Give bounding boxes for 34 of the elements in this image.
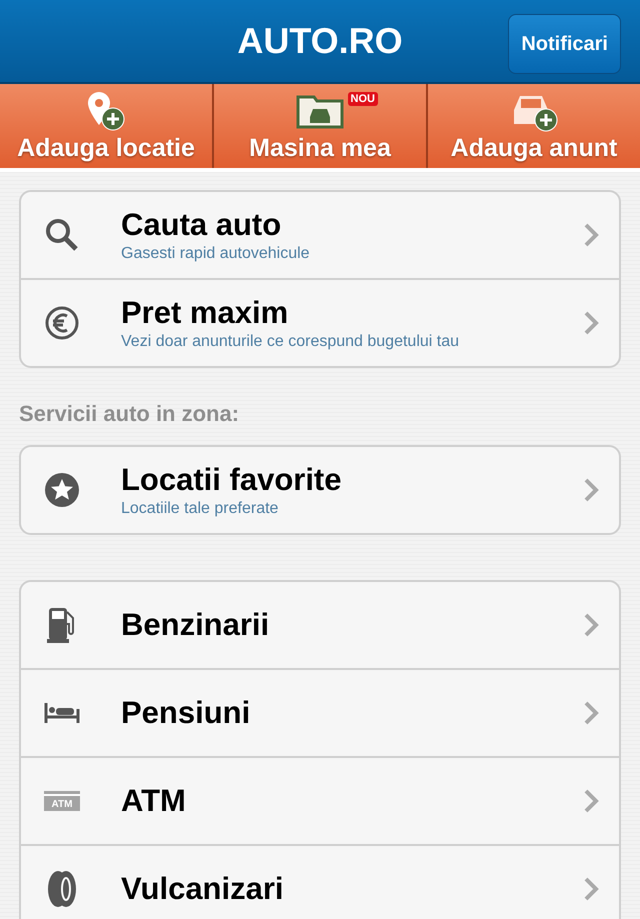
section-heading: Servicii auto in zona: (19, 401, 240, 427)
menu-row[interactable]: Pret maxim Vezi doar anunturile ce corespund bugetului tau (21, 278, 619, 366)
row-title: Cauta auto (121, 207, 282, 243)
atm-icon: ATM (44, 791, 80, 811)
menu-row[interactable]: Benzinarii (21, 582, 619, 668)
app-title: AUTO.RO (237, 20, 403, 62)
chevron-icon (583, 612, 601, 638)
row-title: Vulcanizari (121, 871, 285, 907)
chevron-icon (583, 477, 601, 503)
menu-row[interactable]: ATM ATM (21, 756, 619, 844)
row-title: Locatii favorite (121, 462, 342, 498)
row-subtitle: Gasesti rapid autovehicule (121, 245, 311, 263)
chevron-icon (583, 788, 601, 814)
search-icon (44, 217, 80, 253)
menu-row[interactable]: Pensiuni (21, 668, 619, 756)
toolbar-button[interactable]: NOU Masina mea (214, 84, 428, 168)
row-title: Pret maxim (121, 295, 290, 331)
notifications-button[interactable]: Notificari (508, 14, 621, 74)
chevron-icon (583, 876, 601, 902)
row-title: Benzinarii (121, 607, 270, 643)
tire-icon (46, 870, 78, 908)
menu-row[interactable]: Vulcanizari (21, 844, 619, 919)
chevron-icon (583, 310, 601, 336)
row-subtitle: Vezi doar anunturile ce corespund bugetului tau (121, 333, 460, 351)
euro-icon (44, 305, 80, 341)
menu-row[interactable]: Locatii favorite Locatiile tale preferate (21, 447, 619, 533)
row-title: Pensiuni (121, 695, 252, 731)
row-title: ATM (121, 783, 187, 819)
new-badge: NOU (348, 92, 378, 106)
row-subtitle: Locatiile tale preferate (121, 500, 280, 518)
bed-icon (44, 701, 80, 725)
chevron-icon (583, 700, 601, 726)
menu-row[interactable]: Cauta auto Gasesti rapid autovehicule (21, 192, 619, 278)
chevron-icon (583, 222, 601, 248)
